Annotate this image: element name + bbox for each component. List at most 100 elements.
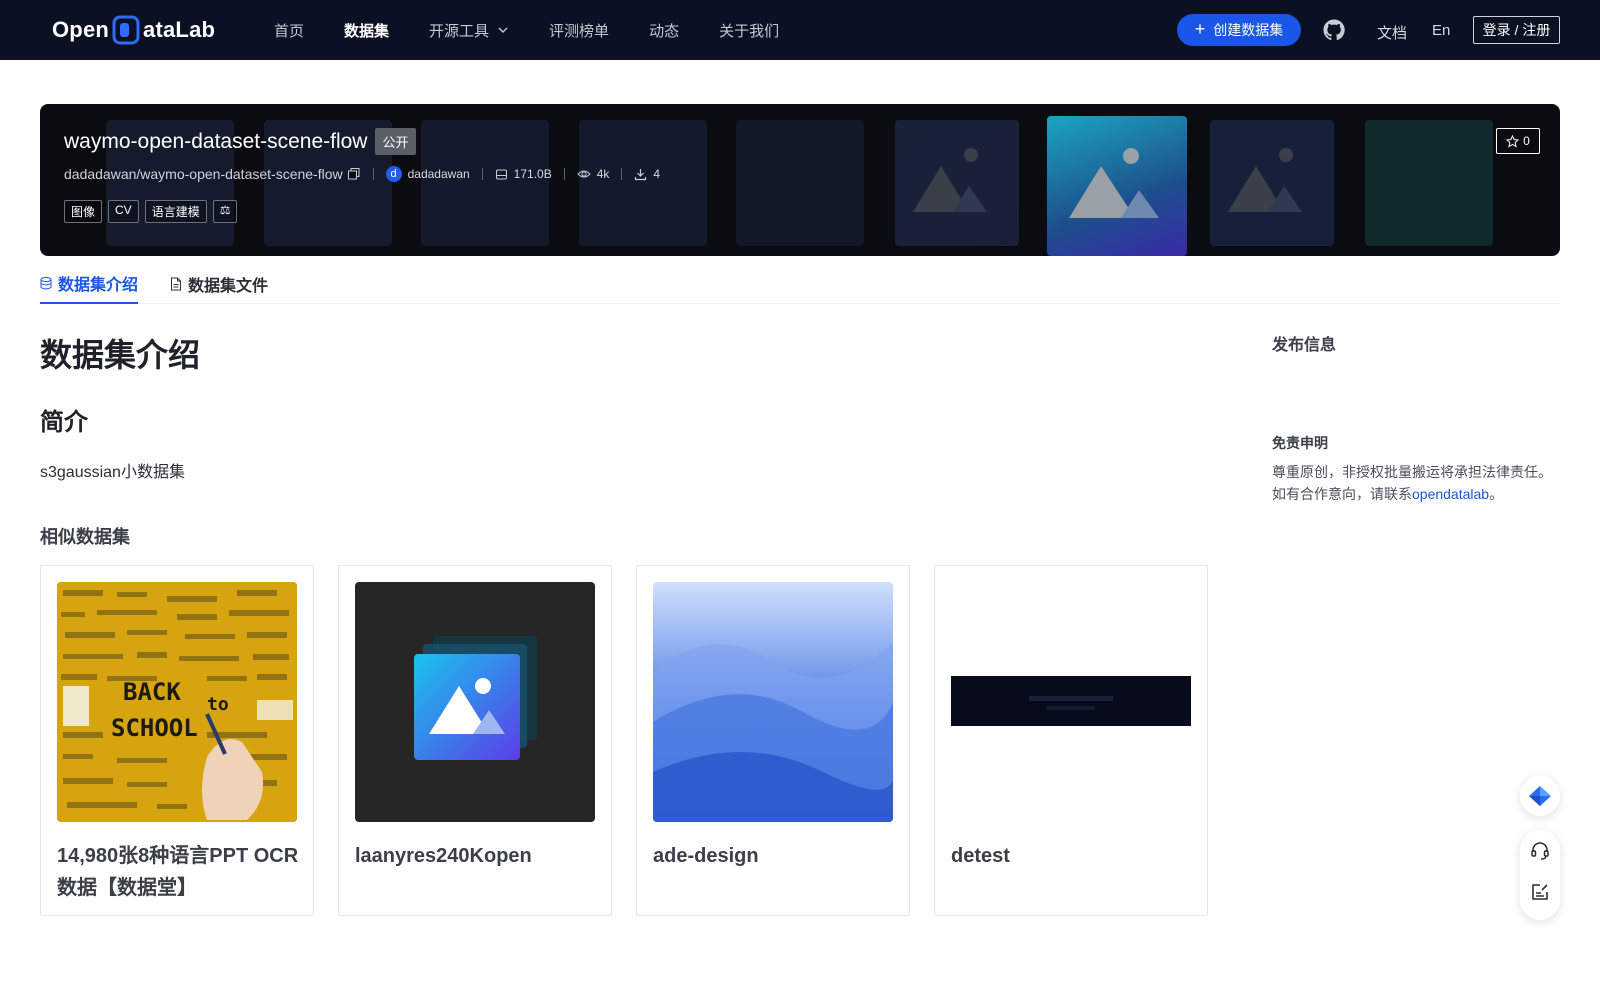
svg-text:SCHOOL: SCHOOL (111, 714, 198, 742)
divider (372, 168, 374, 180)
dataset-path: dadadawan/waymo-open-dataset-scene-flow (64, 166, 343, 182)
star-icon (1506, 134, 1520, 148)
docs-link[interactable]: 文档 (1377, 22, 1407, 43)
banner-thumbnail (895, 120, 1019, 246)
copy-icon[interactable] (347, 167, 361, 181)
card-thumbnail: BACK to SCHOOL (57, 582, 297, 822)
banner-thumbnail (736, 120, 864, 246)
nav-open-tools[interactable]: 开源工具 (429, 20, 509, 41)
main-nav: 首页 数据集 开源工具 评测榜单 动态 关于我们 (274, 0, 819, 60)
nav-leaderboard-label: 评测榜单 (549, 22, 610, 40)
dataset-meta-row: dadadawan/waymo-open-dataset-scene-flow … (64, 166, 660, 182)
publish-info-title: 发布信息 (1272, 337, 1337, 354)
tab-dataset-intro[interactable]: 数据集介绍 (40, 264, 139, 304)
nav-news[interactable]: 动态 (649, 20, 679, 41)
download-icon (635, 168, 647, 180)
author-name: dadadawan (407, 167, 470, 181)
card-thumbnail (653, 582, 893, 822)
disclaimer-text: 尊重原创，非授权批量搬运将承担法律责任。 如有合作意向，请联系opendatal… (1272, 461, 1562, 505)
image-placeholder-icon (1069, 148, 1159, 218)
similar-dataset-card[interactable]: detest (934, 565, 1208, 916)
tag-item[interactable]: 语言建模 (144, 200, 207, 223)
nav-datasets-label: 数据集 (344, 22, 390, 40)
disclaimer-line-2: 如有合作意向，请联系opendatalab。 (1272, 483, 1562, 505)
nav-about-label: 关于我们 (719, 22, 780, 40)
nav-leaderboard[interactable]: 评测榜单 (549, 20, 609, 41)
nav-datasets[interactable]: 数据集 (344, 20, 389, 41)
image-placeholder-icon (1228, 148, 1302, 212)
disclaimer-line-1: 尊重原创，非授权批量搬运将承担法律责任。 (1272, 464, 1552, 480)
section-title: 简介 (40, 409, 88, 436)
chevron-down-icon (498, 27, 508, 33)
login-register-button[interactable]: 登录 / 注册 (1473, 16, 1560, 44)
image-placeholder-icon (913, 148, 987, 212)
disclaimer-title: 免责申明 (1272, 435, 1328, 451)
nav-news-label: 动态 (649, 22, 680, 40)
divider (481, 168, 483, 180)
database-icon (40, 276, 52, 289)
assistant-float-button[interactable] (1520, 776, 1560, 816)
dark-banner-image (951, 676, 1191, 726)
divider (621, 168, 623, 180)
storage-icon (495, 169, 507, 179)
download-count: 4 (634, 167, 660, 181)
divider (563, 168, 565, 180)
eye-icon (577, 170, 591, 178)
tag-item[interactable]: 图像 (64, 200, 103, 223)
feedback-edit-icon[interactable] (1530, 882, 1550, 902)
tag-list: 图像 CV 语言建模 ⚖ (64, 200, 238, 223)
banner-thumbnail-featured (1047, 116, 1187, 256)
create-dataset-button[interactable]: + 创建数据集 (1177, 14, 1301, 46)
views-value: 4k (596, 167, 610, 181)
star-button[interactable]: 0 (1496, 128, 1540, 154)
word-collage-image: BACK to SCHOOL (57, 582, 297, 822)
blue-wave-image (653, 582, 893, 822)
dataset-title-row: waymo-open-dataset-scene-flow 公开 (64, 128, 416, 155)
tab-dataset-intro-label: 数据集介绍 (58, 277, 139, 294)
create-dataset-label: 创建数据集 (1213, 22, 1284, 38)
visibility-badge: 公开 (375, 128, 416, 155)
top-navbar: Open ataLab 首页 数据集 开源工具 评测榜单 动态 关于我们 + 创… (0, 0, 1600, 60)
card-title: ade-design (653, 845, 759, 867)
tab-dataset-files[interactable]: 数据集文件 (170, 264, 268, 304)
balance-scale-icon: ⚖ (219, 203, 231, 217)
disclaimer-suffix: 。 (1489, 486, 1504, 502)
dataset-description: s3gaussian小数据集 (40, 464, 185, 481)
language-toggle[interactable]: En (1432, 22, 1450, 39)
tag-item[interactable]: CV (108, 200, 139, 223)
license-tag[interactable]: ⚖ (212, 200, 238, 223)
dataset-banner: waymo-open-dataset-scene-flow 公开 dadadaw… (40, 104, 1560, 256)
banner-thumbnail (579, 120, 707, 246)
dataset-name: waymo-open-dataset-scene-flow (64, 129, 368, 153)
similar-datasets-title: 相似数据集 (40, 527, 130, 547)
banner-thumbnail (1210, 120, 1334, 246)
file-icon (171, 277, 182, 291)
star-count: 0 (1523, 134, 1530, 148)
card-title: laanyres240Kopen (355, 845, 532, 867)
contact-link[interactable]: opendatalab (1412, 486, 1489, 502)
view-count: 4k (577, 167, 610, 181)
similar-dataset-card[interactable]: ade-design (636, 565, 910, 916)
tab-dataset-files-label: 数据集文件 (188, 278, 269, 295)
dataset-size: 171.0B (495, 167, 552, 181)
card-thumbnail (951, 582, 1191, 822)
card-thumbnail (355, 582, 595, 822)
banner-thumbnail (1365, 120, 1493, 246)
similar-dataset-card[interactable]: BACK to SCHOOL 14,980张8种语言PPT OCR数据【数据堂】 (40, 565, 314, 916)
card-title: detest (951, 845, 1010, 867)
avatar: d (385, 166, 402, 182)
nav-home[interactable]: 首页 (274, 20, 304, 41)
assistant-diamond-icon (1529, 786, 1551, 806)
plus-icon: + (1194, 19, 1206, 39)
logo-text-datalab: ataLab (143, 17, 216, 42)
similar-dataset-card[interactable]: laanyres240Kopen (338, 565, 612, 916)
opendatalab-logo[interactable]: Open ataLab (52, 14, 215, 46)
banner-thumbnail (421, 120, 549, 246)
author-info[interactable]: d dadadawan (385, 166, 470, 182)
github-icon[interactable] (1322, 18, 1346, 42)
headset-icon[interactable] (1530, 841, 1550, 861)
svg-text:to: to (207, 694, 229, 715)
support-float-panel (1520, 830, 1560, 920)
nav-about[interactable]: 关于我们 (719, 20, 779, 41)
image-placeholder-icon (414, 636, 537, 760)
